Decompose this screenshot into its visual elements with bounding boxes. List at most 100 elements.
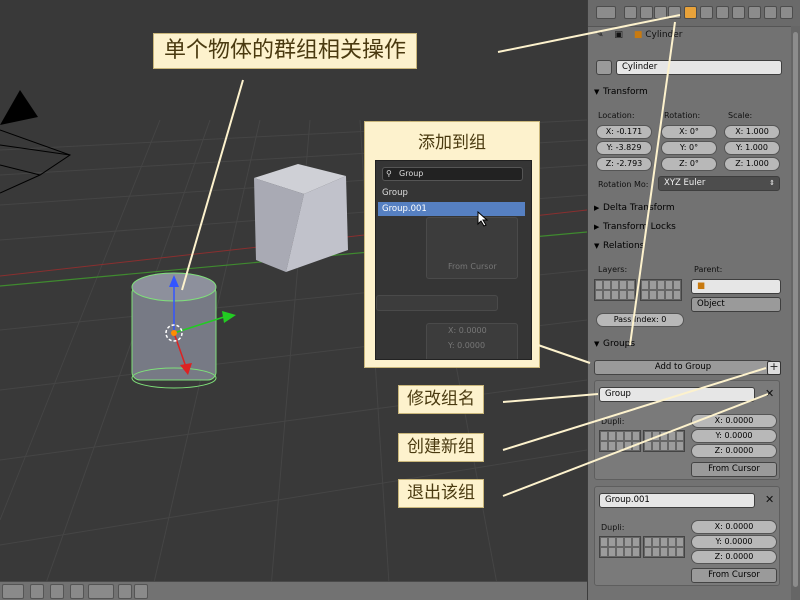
callout-create-group: 创建新组 xyxy=(398,433,484,462)
scale-label: Scale: xyxy=(728,111,753,120)
data-tab-icon[interactable] xyxy=(732,6,745,19)
scene-icon: ▣ xyxy=(614,30,623,40)
select-arrows-icon: ⇕ xyxy=(769,179,775,187)
ghost-field xyxy=(376,295,498,311)
material-tab-icon[interactable] xyxy=(748,6,761,19)
group-panel-group-001: Group.001 ✕ Dupli: X: 0.0000 Y: 0.0000 Z… xyxy=(594,486,780,586)
parent-label: Parent: xyxy=(694,265,723,274)
transform-locks-label: Transform Locks xyxy=(603,222,676,232)
cylinder-object[interactable] xyxy=(120,265,250,395)
pass-index-field[interactable]: Pass Index: 0 xyxy=(596,313,684,327)
search-icon: ⚲ xyxy=(386,169,392,178)
layer-grid-button[interactable] xyxy=(2,584,24,599)
properties-scrollbar[interactable] xyxy=(791,26,800,600)
texture-tab-icon[interactable] xyxy=(764,6,777,19)
viewport-toolbar xyxy=(0,581,587,600)
snap-icon[interactable] xyxy=(88,584,114,599)
popup-title: 添加到组 xyxy=(418,133,486,153)
dupli-offset-y[interactable]: Y: 0.0000 xyxy=(691,429,777,443)
parent-type-select[interactable]: Object xyxy=(691,297,781,312)
from-cursor-button[interactable]: From Cursor xyxy=(691,462,777,477)
dupli-label: Dupli: xyxy=(601,417,625,426)
render-icon[interactable] xyxy=(118,584,132,599)
parent-type-value: Object xyxy=(697,299,725,309)
dupli-offset-z[interactable]: Z: 0.0000 xyxy=(691,444,777,458)
relations-header-label: Relations xyxy=(603,241,645,251)
remove-from-group-icon[interactable]: ✕ xyxy=(765,494,774,506)
relations-header[interactable]: ▼ Relations xyxy=(594,241,794,255)
delta-transform-header[interactable]: ▶ Delta Transform xyxy=(594,203,794,217)
group-name-field[interactable]: Group xyxy=(599,387,755,402)
layers-grid-right[interactable] xyxy=(640,279,682,301)
new-group-plus-icon[interactable]: + xyxy=(767,361,781,375)
object-name-field[interactable]: Cylinder xyxy=(616,60,782,75)
search-text: Group xyxy=(399,169,424,178)
pin-icon[interactable]: ✎ xyxy=(596,30,604,40)
layers-tab-icon[interactable] xyxy=(668,6,681,19)
pivot-icon[interactable] xyxy=(50,584,64,599)
camera-icon[interactable] xyxy=(134,584,148,599)
parent-object-icon: ■ xyxy=(697,281,706,291)
cube-object[interactable] xyxy=(252,164,352,274)
location-y-field[interactable]: Y: -3.829 xyxy=(596,141,652,155)
group-option-group-001[interactable]: Group.001 xyxy=(378,202,525,216)
dupli-layers-left[interactable] xyxy=(599,430,641,452)
constraints-tab-icon[interactable] xyxy=(700,6,713,19)
dupli-offset-x[interactable]: X: 0.0000 xyxy=(691,520,777,534)
properties-tabs xyxy=(588,0,800,27)
ghost-from-cursor: From Cursor xyxy=(448,262,497,271)
dupli-layers-right[interactable] xyxy=(643,430,685,452)
callout-object-group-ops: 单个物体的群组相关操作 xyxy=(153,33,418,69)
rotation-x-field[interactable]: X: 0° xyxy=(661,125,717,139)
layers-label: Layers: xyxy=(598,265,628,274)
manipulator-icon[interactable] xyxy=(70,584,84,599)
group-option-group[interactable]: Group xyxy=(378,186,525,200)
group-name-field[interactable]: Group.001 xyxy=(599,493,755,508)
camera-object[interactable] xyxy=(0,85,80,195)
group-menu: From Cursor X: 0.0000 Y: 0.0000 ⚲ Group G… xyxy=(375,160,532,360)
scale-z-field[interactable]: Z: 1.000 xyxy=(724,157,780,171)
dupli-layers-left[interactable] xyxy=(599,536,641,558)
dupli-offset-x[interactable]: X: 0.0000 xyxy=(691,414,777,428)
callout-leave-group: 退出该组 xyxy=(398,479,484,508)
layers-grid-left[interactable] xyxy=(594,279,636,301)
add-to-group-button[interactable]: Add to Group xyxy=(594,360,772,375)
parent-field[interactable]: ■ xyxy=(691,279,781,294)
rotation-mode-value: XYZ Euler xyxy=(664,178,706,188)
rotation-z-field[interactable]: Z: 0° xyxy=(661,157,717,171)
transform-locks-header[interactable]: ▶ Transform Locks xyxy=(594,222,794,236)
location-z-field[interactable]: Z: -2.793 xyxy=(596,157,652,171)
scale-y-field[interactable]: Y: 1.000 xyxy=(724,141,780,155)
shading-icon[interactable] xyxy=(30,584,44,599)
properties-panel: ✎ ▣ ■ Cylinder Cylinder ▼ Transform Locat… xyxy=(587,0,800,600)
object-type-icon xyxy=(596,60,612,75)
group-search-input[interactable]: ⚲ Group xyxy=(382,167,523,181)
delta-transform-label: Delta Transform xyxy=(603,203,675,213)
groups-header[interactable]: ▼ Groups xyxy=(594,339,794,353)
scene-tab-icon[interactable] xyxy=(640,6,653,19)
dupli-offset-z[interactable]: Z: 0.0000 xyxy=(691,550,777,564)
dupli-layers-right[interactable] xyxy=(643,536,685,558)
breadcrumb-object: Cylinder xyxy=(645,30,683,40)
rotation-label: Rotation: xyxy=(664,111,701,120)
callout-rename-group: 修改组名 xyxy=(398,385,484,414)
modifiers-tab-icon[interactable] xyxy=(716,6,729,19)
scrollbar-thumb[interactable] xyxy=(793,32,798,587)
location-label: Location: xyxy=(598,111,635,120)
physics-tab-icon[interactable] xyxy=(780,6,793,19)
location-x-field[interactable]: X: -0.171 xyxy=(596,125,652,139)
transform-header[interactable]: ▼ Transform xyxy=(594,87,794,101)
object-tab-icon[interactable] xyxy=(684,6,697,19)
rotation-mode-select[interactable]: XYZ Euler ⇕ xyxy=(658,176,780,191)
rotation-y-field[interactable]: Y: 0° xyxy=(661,141,717,155)
from-cursor-button[interactable]: From Cursor xyxy=(691,568,777,583)
dupli-offset-y[interactable]: Y: 0.0000 xyxy=(691,535,777,549)
groups-header-label: Groups xyxy=(603,339,636,349)
breadcrumb: ✎ ▣ ■ Cylinder xyxy=(596,30,682,44)
render-tab-icon[interactable] xyxy=(624,6,637,19)
scale-x-field[interactable]: X: 1.000 xyxy=(724,125,780,139)
editor-type-icon[interactable] xyxy=(596,6,616,19)
remove-from-group-icon[interactable]: ✕ xyxy=(765,388,774,400)
world-tab-icon[interactable] xyxy=(654,6,667,19)
ghost-offset-y: Y: 0.0000 xyxy=(448,341,486,350)
